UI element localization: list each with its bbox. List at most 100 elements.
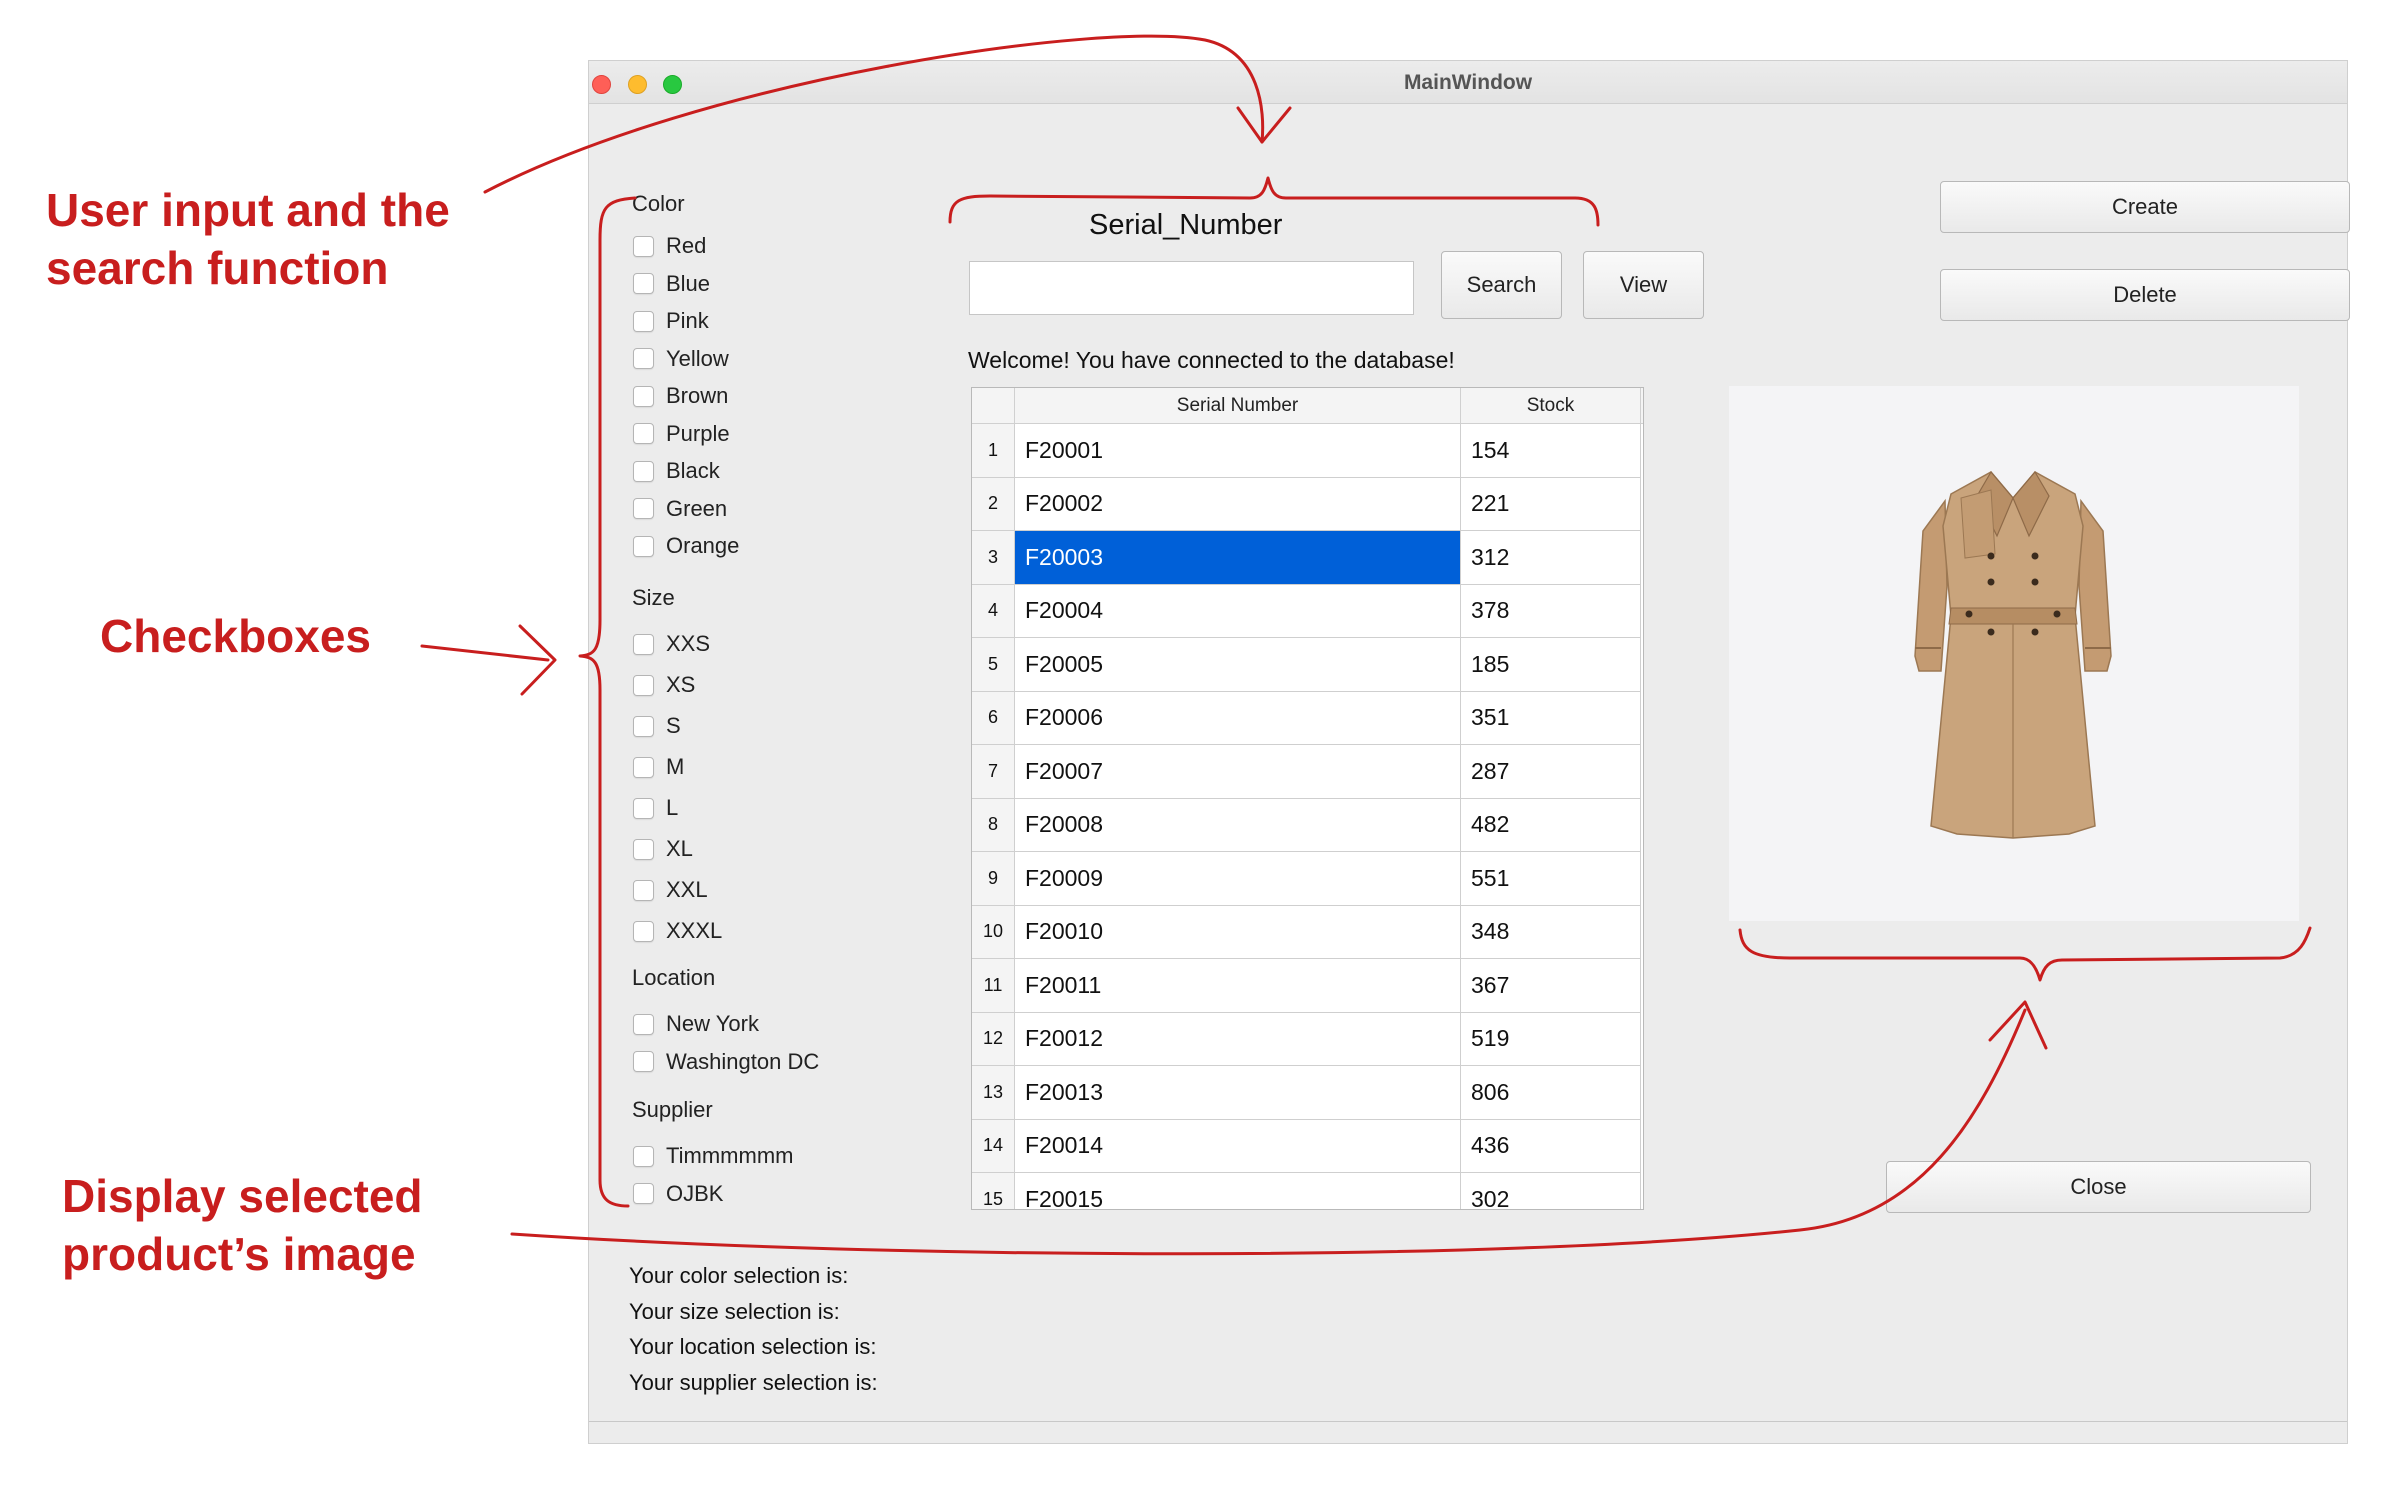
checkbox-box[interactable] <box>633 756 654 778</box>
table-row[interactable]: 11 F20011 367 <box>972 959 1643 1013</box>
row-number[interactable]: 8 <box>972 798 1015 852</box>
stock-cell[interactable]: 436 <box>1461 1119 1641 1173</box>
serial-number-cell[interactable]: F20012 <box>1015 1012 1461 1066</box>
serial-number-cell[interactable]: F20014 <box>1015 1119 1461 1173</box>
row-number[interactable]: 7 <box>972 745 1015 799</box>
checkbox-color-5[interactable]: Purple <box>633 419 730 449</box>
close-button[interactable]: Close <box>1886 1161 2311 1213</box>
stock-cell[interactable]: 312 <box>1461 531 1641 585</box>
table-row[interactable]: 6 F20006 351 <box>972 691 1643 745</box>
serial-number-cell[interactable]: F20008 <box>1015 798 1461 852</box>
checkbox-box[interactable] <box>633 310 654 332</box>
stock-cell[interactable]: 806 <box>1461 1066 1641 1120</box>
checkbox-size-6[interactable]: XXL <box>633 875 708 905</box>
serial-number-cell[interactable]: F20007 <box>1015 745 1461 799</box>
stock-cell[interactable]: 378 <box>1461 584 1641 638</box>
table-row[interactable]: 4 F20004 378 <box>972 584 1643 638</box>
checkbox-color-4[interactable]: Brown <box>633 381 728 411</box>
serial-number-cell[interactable]: F20011 <box>1015 959 1461 1013</box>
serial-number-cell[interactable]: F20001 <box>1015 424 1461 478</box>
stock-cell[interactable]: 287 <box>1461 745 1641 799</box>
serial-number-cell[interactable]: F20004 <box>1015 584 1461 638</box>
stock-cell[interactable]: 154 <box>1461 424 1641 478</box>
checkbox-box[interactable] <box>633 385 654 407</box>
checkbox-box[interactable] <box>633 273 654 294</box>
checkbox-box[interactable] <box>633 838 654 860</box>
checkbox-box[interactable] <box>633 460 654 482</box>
checkbox-box[interactable] <box>633 235 654 257</box>
stock-cell[interactable]: 482 <box>1461 798 1641 852</box>
serial-number-cell[interactable]: F20009 <box>1015 852 1461 906</box>
table-row[interactable]: 10 F20010 348 <box>972 905 1643 959</box>
checkbox-box[interactable] <box>633 348 654 369</box>
table-row[interactable]: 8 F20008 482 <box>972 798 1643 852</box>
serial-number-cell[interactable]: F20010 <box>1015 905 1461 959</box>
stock-cell[interactable]: 367 <box>1461 959 1641 1013</box>
row-number[interactable]: 2 <box>972 477 1015 531</box>
serial-number-cell[interactable]: F20003 <box>1015 531 1461 585</box>
delete-button[interactable]: Delete <box>1940 269 2350 321</box>
view-button[interactable]: View <box>1583 251 1704 319</box>
checkbox-location-1[interactable]: Washington DC <box>633 1047 819 1077</box>
table-row[interactable]: 7 F20007 287 <box>972 745 1643 799</box>
checkbox-size-2[interactable]: S <box>633 711 681 741</box>
row-number[interactable]: 3 <box>972 531 1015 585</box>
stock-cell[interactable]: 221 <box>1461 477 1641 531</box>
column-header-stock[interactable]: Stock <box>1461 388 1641 424</box>
row-number[interactable]: 12 <box>972 1012 1015 1066</box>
checkbox-color-8[interactable]: Orange <box>633 531 739 561</box>
row-number[interactable]: 1 <box>972 424 1015 478</box>
checkbox-box[interactable] <box>633 920 654 942</box>
serial-number-cell[interactable]: F20005 <box>1015 638 1461 692</box>
row-number[interactable]: 5 <box>972 638 1015 692</box>
serial-number-cell[interactable]: F20006 <box>1015 691 1461 745</box>
row-number[interactable]: 15 <box>972 1173 1015 1209</box>
checkbox-box[interactable] <box>633 674 654 696</box>
table-row[interactable]: 3 F20003 312 <box>972 531 1643 585</box>
checkbox-box[interactable] <box>633 498 654 519</box>
checkbox-color-3[interactable]: Yellow <box>633 344 729 374</box>
row-number[interactable]: 6 <box>972 691 1015 745</box>
checkbox-color-2[interactable]: Pink <box>633 306 709 336</box>
row-number[interactable]: 11 <box>972 959 1015 1013</box>
stock-table[interactable]: Serial Number Stock 1 F20001 154 2 F20002 221… <box>971 387 1644 1210</box>
checkbox-size-5[interactable]: XL <box>633 834 693 864</box>
table-row[interactable]: 5 F20005 185 <box>972 638 1643 692</box>
checkbox-box[interactable] <box>633 1183 654 1204</box>
search-button[interactable]: Search <box>1441 251 1562 319</box>
column-header-serial-number[interactable]: Serial Number <box>1015 388 1461 424</box>
checkbox-size-7[interactable]: XXXL <box>633 916 722 946</box>
checkbox-size-1[interactable]: XS <box>633 670 695 700</box>
checkbox-size-3[interactable]: M <box>633 752 684 782</box>
create-button[interactable]: Create <box>1940 181 2350 233</box>
checkbox-supplier-1[interactable]: OJBK <box>633 1179 723 1209</box>
checkbox-color-1[interactable]: Blue <box>633 269 710 299</box>
row-number[interactable]: 4 <box>972 584 1015 638</box>
checkbox-box[interactable] <box>633 879 654 901</box>
serial-number-cell[interactable]: F20013 <box>1015 1066 1461 1120</box>
stock-cell[interactable]: 351 <box>1461 691 1641 745</box>
serial-number-cell[interactable]: F20002 <box>1015 477 1461 531</box>
checkbox-color-6[interactable]: Black <box>633 456 720 486</box>
table-row[interactable]: 14 F20014 436 <box>972 1119 1643 1173</box>
checkbox-color-0[interactable]: Red <box>633 231 706 261</box>
checkbox-box[interactable] <box>633 423 654 444</box>
stock-cell[interactable]: 185 <box>1461 638 1641 692</box>
row-number[interactable]: 9 <box>972 852 1015 906</box>
checkbox-box[interactable] <box>633 1051 654 1072</box>
stock-cell[interactable]: 348 <box>1461 905 1641 959</box>
checkbox-color-7[interactable]: Green <box>633 494 727 524</box>
table-row[interactable]: 12 F20012 519 <box>972 1012 1643 1066</box>
serial-number-input[interactable] <box>969 261 1414 315</box>
checkbox-location-0[interactable]: New York <box>633 1009 759 1039</box>
checkbox-box[interactable] <box>633 1145 654 1167</box>
table-row[interactable]: 1 F20001 154 <box>972 424 1643 478</box>
stock-cell[interactable]: 551 <box>1461 852 1641 906</box>
checkbox-supplier-0[interactable]: Timmmmmm <box>633 1141 793 1171</box>
checkbox-box[interactable] <box>633 1013 654 1035</box>
checkbox-size-4[interactable]: L <box>633 793 678 823</box>
row-number[interactable]: 13 <box>972 1066 1015 1120</box>
stock-cell[interactable]: 519 <box>1461 1012 1641 1066</box>
serial-number-cell[interactable]: F20015 <box>1015 1173 1461 1209</box>
row-number[interactable]: 14 <box>972 1119 1015 1173</box>
